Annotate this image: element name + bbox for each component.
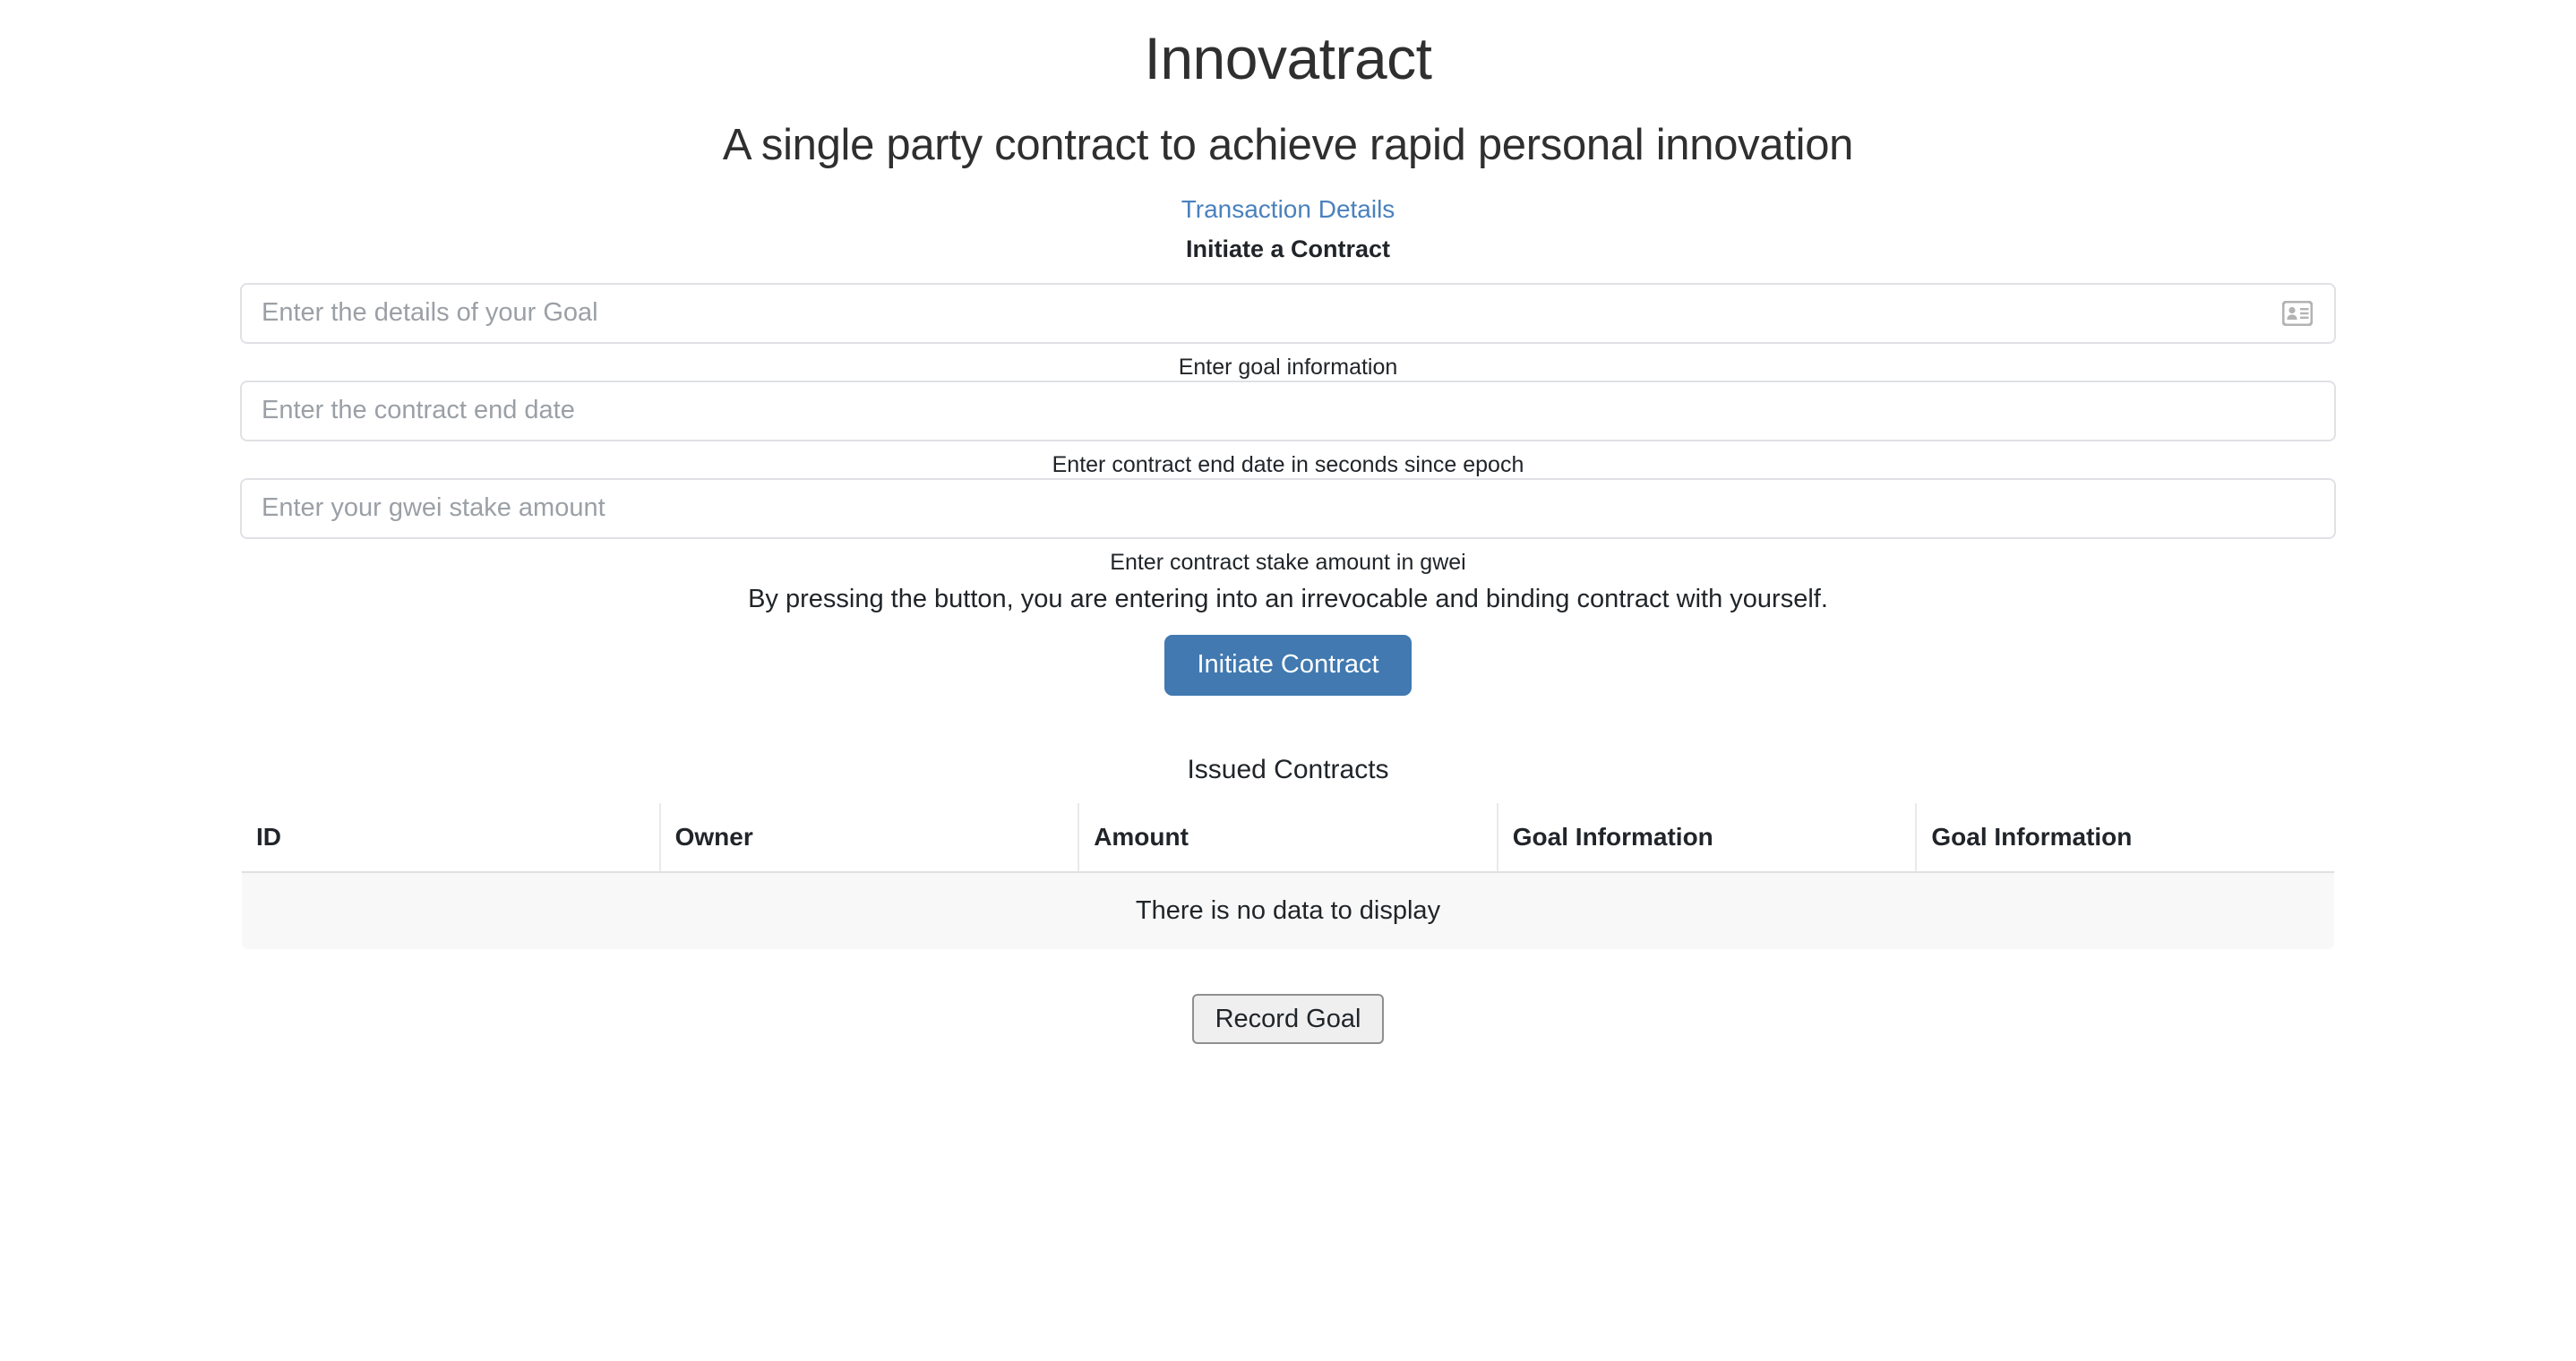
column-header-goal-information-2[interactable]: Goal Information <box>1916 802 2334 873</box>
table-header-row: ID Owner Amount Goal Information Goal In… <box>242 802 2334 873</box>
transaction-details-link-wrapper: Transaction Details <box>240 195 2336 224</box>
table-body: There is no data to display <box>242 871 2334 949</box>
column-header-amount[interactable]: Amount <box>1078 802 1498 873</box>
contract-end-date-input[interactable] <box>240 380 2336 441</box>
record-goal-button[interactable]: Record Goal <box>1191 993 1385 1045</box>
page-subtitle: A single party contract to achieve rapid… <box>722 121 1854 170</box>
contact-card-icon[interactable] <box>2282 300 2313 326</box>
initiate-contract-heading: Initiate a Contract <box>1185 235 1391 262</box>
column-header-id[interactable]: ID <box>242 802 661 873</box>
table-empty-message: There is no data to display <box>242 871 2334 949</box>
goal-details-help-text: Enter goal information <box>1178 354 1398 380</box>
page-root: Innovatract A single party contract to a… <box>0 0 2576 1361</box>
stake-amount-help-text: Enter contract stake amount in gwei <box>1110 549 1466 575</box>
column-header-owner[interactable]: Owner <box>659 802 1080 873</box>
initiate-contract-button[interactable]: Initiate Contract <box>1164 634 1412 696</box>
record-goal-button-row: Record Goal <box>240 993 2336 1045</box>
stake-amount-field-block <box>240 477 2336 539</box>
issued-contracts-table: ID Owner Amount Goal Information Goal In… <box>240 800 2336 951</box>
stake-amount-input[interactable] <box>240 477 2336 539</box>
transaction-details-link[interactable]: Transaction Details <box>1181 195 1395 223</box>
table-header: ID Owner Amount Goal Information Goal In… <box>242 802 2334 873</box>
submit-button-row: Initiate Contract <box>240 634 2336 696</box>
column-header-goal-information-1[interactable]: Goal Information <box>1497 802 1918 873</box>
contract-form: Enter goal information Enter contract en… <box>240 282 2336 696</box>
table-empty-row: There is no data to display <box>242 871 2334 949</box>
goal-details-field-block <box>240 282 2336 344</box>
end-date-field-block <box>240 380 2336 441</box>
page-title: Innovatract <box>1144 25 1432 91</box>
end-date-help-text: Enter contract end date in seconds since… <box>1052 451 1524 477</box>
contract-disclaimer: By pressing the button, you are entering… <box>748 584 1828 613</box>
issued-contracts-heading: Issued Contracts <box>1187 754 1389 784</box>
content-container: Innovatract A single party contract to a… <box>240 0 2336 1045</box>
goal-details-input[interactable] <box>240 282 2336 344</box>
